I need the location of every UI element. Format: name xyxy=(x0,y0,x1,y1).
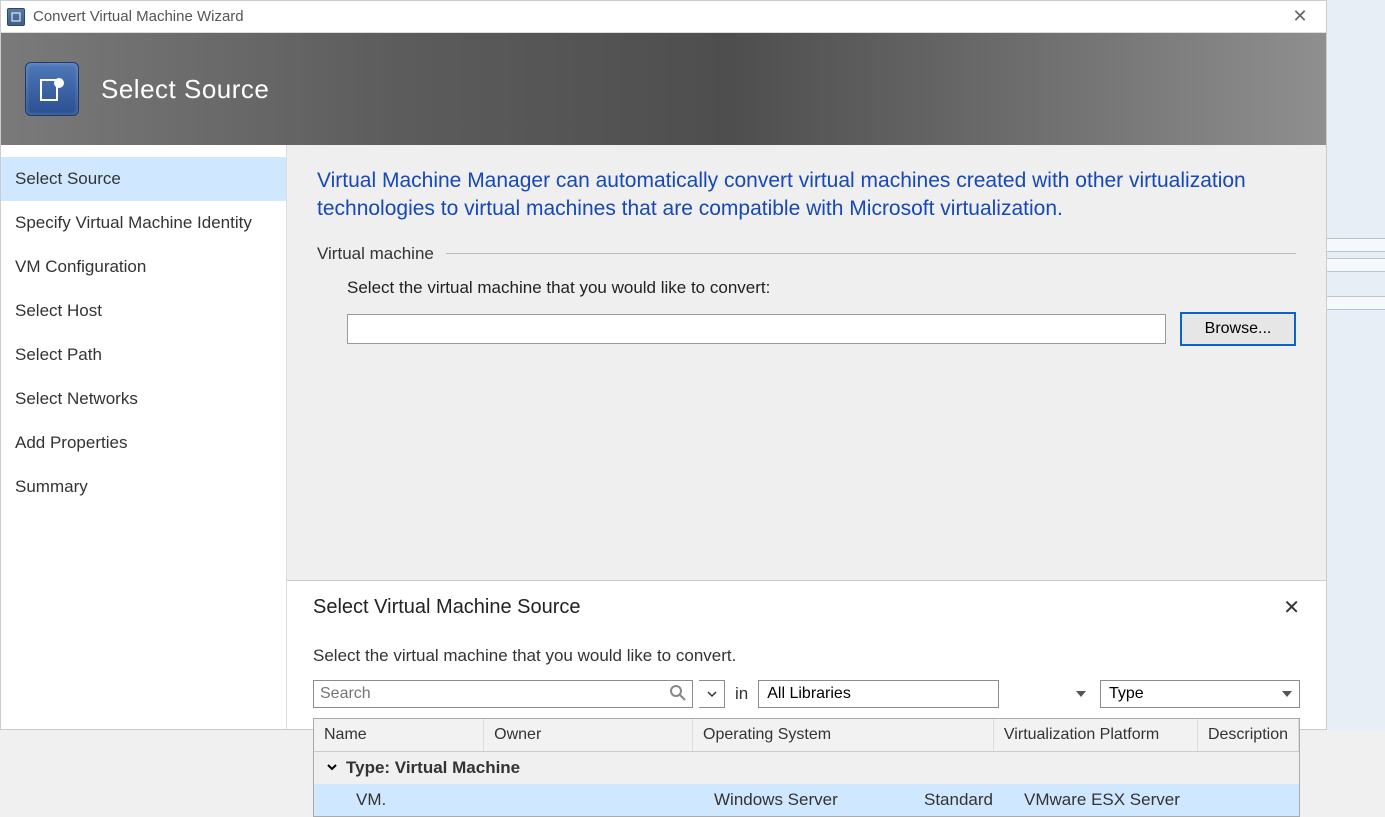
banner-title: Select Source xyxy=(101,74,269,105)
search-icon xyxy=(669,684,687,705)
dialog-title: Select Virtual Machine Source xyxy=(313,596,581,619)
cell-os-edition: Standard xyxy=(914,790,1014,810)
step-summary[interactable]: Summary xyxy=(1,465,286,509)
search-input[interactable] xyxy=(313,680,693,708)
scope-select[interactable] xyxy=(758,680,999,708)
group-header-label: Type: Virtual Machine xyxy=(346,758,520,778)
step-select-path[interactable]: Select Path xyxy=(1,333,286,377)
title-bar: Convert Virtual Machine Wizard ✕ xyxy=(1,1,1326,33)
window-close-icon[interactable]: ✕ xyxy=(1280,6,1320,27)
step-select-networks[interactable]: Select Networks xyxy=(1,377,286,421)
col-name[interactable]: Name xyxy=(314,719,484,751)
step-select-source[interactable]: Select Source xyxy=(1,157,286,201)
select-vm-source-dialog: Select Virtual Machine Source ✕ Select t… xyxy=(287,580,1326,729)
grid-header: Name Owner Operating System Virtualizati… xyxy=(314,719,1299,752)
step-select-host[interactable]: Select Host xyxy=(1,289,286,333)
col-owner[interactable]: Owner xyxy=(484,719,693,751)
group-row[interactable]: Type: Virtual Machine xyxy=(314,752,1299,784)
dialog-close-icon[interactable]: ✕ xyxy=(1283,595,1300,620)
divider xyxy=(446,253,1296,254)
col-os[interactable]: Operating System xyxy=(693,719,994,751)
step-add-properties[interactable]: Add Properties xyxy=(1,421,286,465)
cell-name: VM. xyxy=(314,790,489,810)
app-icon xyxy=(7,8,25,26)
wizard-banner-icon xyxy=(25,62,79,116)
virtual-machine-input[interactable] xyxy=(347,314,1166,344)
step-specify-identity[interactable]: Specify Virtual Machine Identity xyxy=(1,201,286,245)
in-label: in xyxy=(731,684,752,704)
dialog-instruction: Select the virtual machine that you woul… xyxy=(313,646,1300,666)
cell-os: Windows Server xyxy=(704,790,914,810)
window-title: Convert Virtual Machine Wizard xyxy=(33,8,244,25)
cell-description xyxy=(1224,790,1299,810)
select-vm-instruction: Select the virtual machine that you woul… xyxy=(347,278,1296,298)
wizard-banner: Select Source xyxy=(1,33,1326,145)
table-row[interactable]: VM. Windows Server Standard VMware ESX S… xyxy=(314,784,1299,816)
step-vm-configuration[interactable]: VM Configuration xyxy=(1,245,286,289)
cell-owner xyxy=(489,790,704,810)
search-dropdown-button[interactable] xyxy=(699,680,725,708)
cell-platform: VMware ESX Server xyxy=(1014,790,1224,810)
browse-button[interactable]: Browse... xyxy=(1180,312,1296,346)
col-description[interactable]: Description xyxy=(1198,719,1299,751)
chevron-down-icon xyxy=(326,758,338,778)
type-select[interactable] xyxy=(1100,680,1300,708)
col-platform[interactable]: Virtualization Platform xyxy=(994,719,1198,751)
intro-text: Virtual Machine Manager can automaticall… xyxy=(317,167,1296,224)
group-label-virtual-machine: Virtual machine xyxy=(317,244,434,264)
vm-source-grid: Name Owner Operating System Virtualizati… xyxy=(313,718,1300,817)
wizard-steps-sidebar: Select Source Specify Virtual Machine Id… xyxy=(1,145,287,729)
